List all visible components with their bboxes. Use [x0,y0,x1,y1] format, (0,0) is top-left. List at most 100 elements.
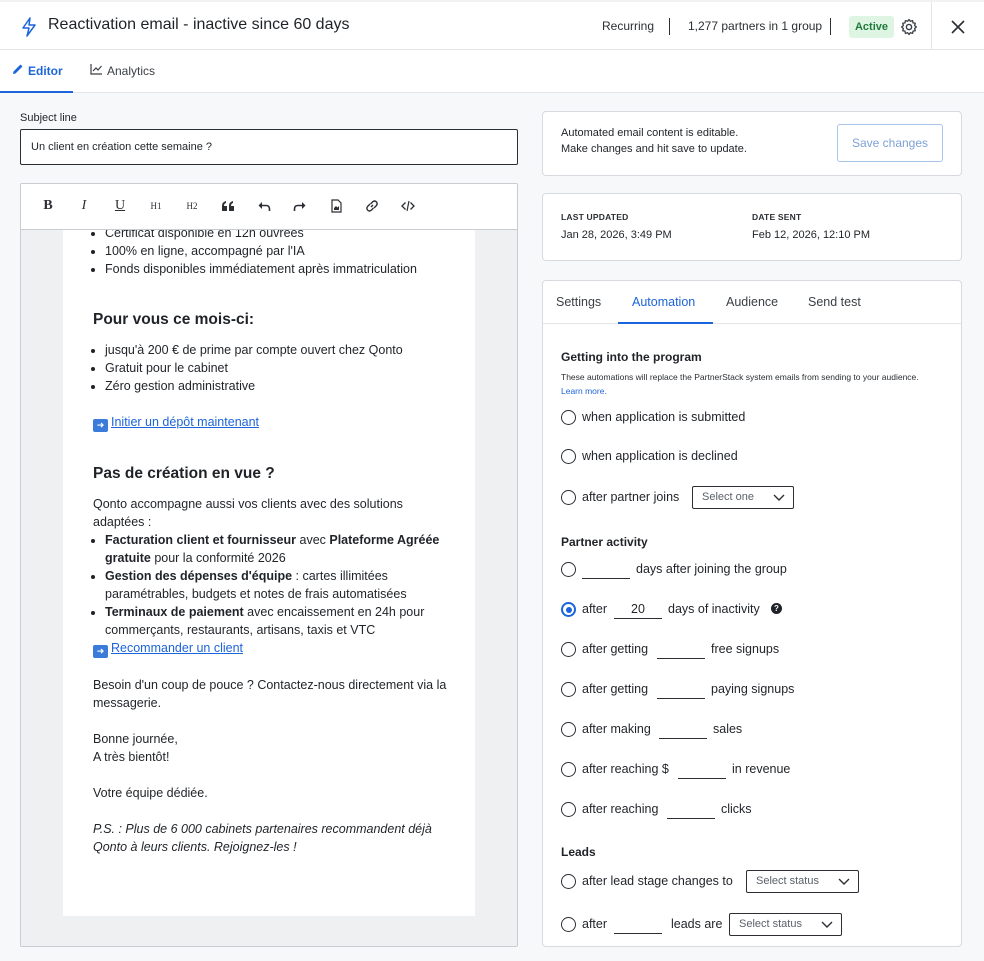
option-label: after [582,917,608,931]
free-signups-input[interactable] [657,642,705,659]
status-badge: Active [849,16,894,38]
list-item: Facturation client et fournisseur avec P… [105,531,453,567]
gear-icon[interactable] [900,18,918,36]
clicks-input[interactable] [667,802,715,819]
subject-input[interactable] [20,129,518,165]
dropdown-value: Select status [739,918,802,930]
editor-tabs: Editor Analytics [0,50,984,93]
arrow-right-icon: ➜ [93,419,108,432]
option-label: after partner joins [582,490,680,504]
page-title: Reactivation email - inactive since 60 d… [48,16,350,33]
list-item: Gratuit pour le cabinet [105,359,453,377]
divider [669,18,670,35]
revenue-input[interactable] [678,762,726,779]
paragraph: Besoin d'un coup de pouce ? Contactez-no… [93,678,447,710]
insert-file-button[interactable] [326,196,346,216]
divider [931,2,932,50]
benefit-list: jusqu'à 200 € de prime par compte ouvert… [93,341,453,395]
tab-send-test[interactable]: Send test [808,295,861,309]
paragraph: Qonto accompagne aussi vos clients avec … [93,497,403,529]
feature-list: Certificat disponible en 12h ouvrées 100… [93,230,453,278]
radio-button[interactable] [561,562,576,577]
pencil-icon [13,64,23,74]
radio-button[interactable] [561,642,576,657]
email-body[interactable]: Certificat disponible en 12h ouvrées 100… [63,230,475,916]
radio-button[interactable] [561,449,576,464]
leads-section-title: Leads [561,845,596,859]
program-section-title: Getting into the program [561,350,702,364]
italic-button[interactable]: I [74,196,94,216]
option-label: when application is submitted [582,410,746,424]
quote-icon [222,201,234,211]
sales-input[interactable] [659,722,707,739]
leads-count-input[interactable] [614,917,662,934]
option-label: leads are [671,917,723,931]
date-sent-label: DATE SENT [752,212,802,222]
greeting: A très bientôt! [93,750,170,764]
radio-button[interactable] [561,410,576,425]
list-item: Terminaux de paiement avec encaissement … [105,603,453,639]
radio-button[interactable] [561,874,576,889]
list-item: jusqu'à 200 € de prime par compte ouvert… [105,341,453,359]
radio-button[interactable] [561,682,576,697]
paying-signups-input[interactable] [657,682,705,699]
file-icon [331,199,342,213]
option-label: when application is declined [582,449,738,463]
active-tab-indicator [618,322,713,324]
code-button[interactable] [398,196,418,216]
heading2-button[interactable]: H2 [182,196,202,216]
dropdown-value: Select status [756,875,819,887]
bold-button[interactable]: B [38,196,58,216]
option-label: after lead stage changes to [582,874,733,888]
info-text: Automated email content is editable. Mak… [561,125,747,157]
radio-button[interactable] [561,762,576,777]
info-line: Automated email content is editable. [561,127,739,139]
leads-status-dropdown[interactable]: Select status [729,913,842,936]
editor-toolbar: B I U H1 H2 [21,184,517,230]
chevron-down-icon [821,921,833,928]
quote-button[interactable] [218,196,238,216]
learn-more-link[interactable]: Learn more. [561,386,607,396]
option-label: clicks [721,802,752,816]
radio-button[interactable] [561,722,576,737]
radio-button[interactable] [561,917,576,932]
link-icon [366,200,378,212]
heading1-button[interactable]: H1 [146,196,166,216]
email-editor: B I U H1 H2 Certificat disponible en 12h… [20,183,518,947]
tab-automation[interactable]: Automation [632,295,695,309]
code-icon [401,200,415,212]
radio-button[interactable] [561,490,576,505]
option-label: free signups [711,642,780,656]
partners-count: 1,277 partners in 1 group [688,19,823,33]
save-changes-button[interactable]: Save changes [837,124,943,162]
info-line: Make changes and hit save to update. [561,143,747,155]
close-icon[interactable] [950,19,966,35]
option-label: after making [582,722,651,736]
underline-button[interactable]: U [110,196,130,216]
deposit-link[interactable]: Initier un dépôt maintenant [111,415,259,429]
link-button[interactable] [362,196,382,216]
option-label: days of inactivity [668,602,760,616]
days-input[interactable] [582,562,630,579]
section-heading: Pour vous ce mois-ci: [93,311,255,328]
select-one-dropdown[interactable]: Select one [692,486,794,509]
redo-button[interactable] [290,196,310,216]
option-label: after getting [582,682,649,696]
greeting: Bonne journée, [93,732,178,746]
option-label: in revenue [732,762,791,776]
inactivity-days-input[interactable]: 20 [614,602,662,619]
email-content: Certificat disponible en 12h ouvrées 100… [93,230,453,856]
signature: Votre équipe dédiée. [93,786,208,800]
lead-stage-dropdown[interactable]: Select status [746,870,859,893]
tab-settings[interactable]: Settings [556,295,601,309]
solutions-list: Facturation client et fournisseur avec P… [93,531,453,639]
radio-button-selected[interactable] [561,602,576,617]
option-label: paying signups [711,682,795,696]
tab-audience[interactable]: Audience [726,295,778,309]
recurring-label: Recurring [602,19,655,33]
tab-editor[interactable]: Editor [0,50,73,93]
help-icon[interactable]: ? [771,603,782,614]
radio-button[interactable] [561,802,576,817]
undo-button[interactable] [254,196,274,216]
recommend-link[interactable]: Recommander un client [111,641,243,655]
